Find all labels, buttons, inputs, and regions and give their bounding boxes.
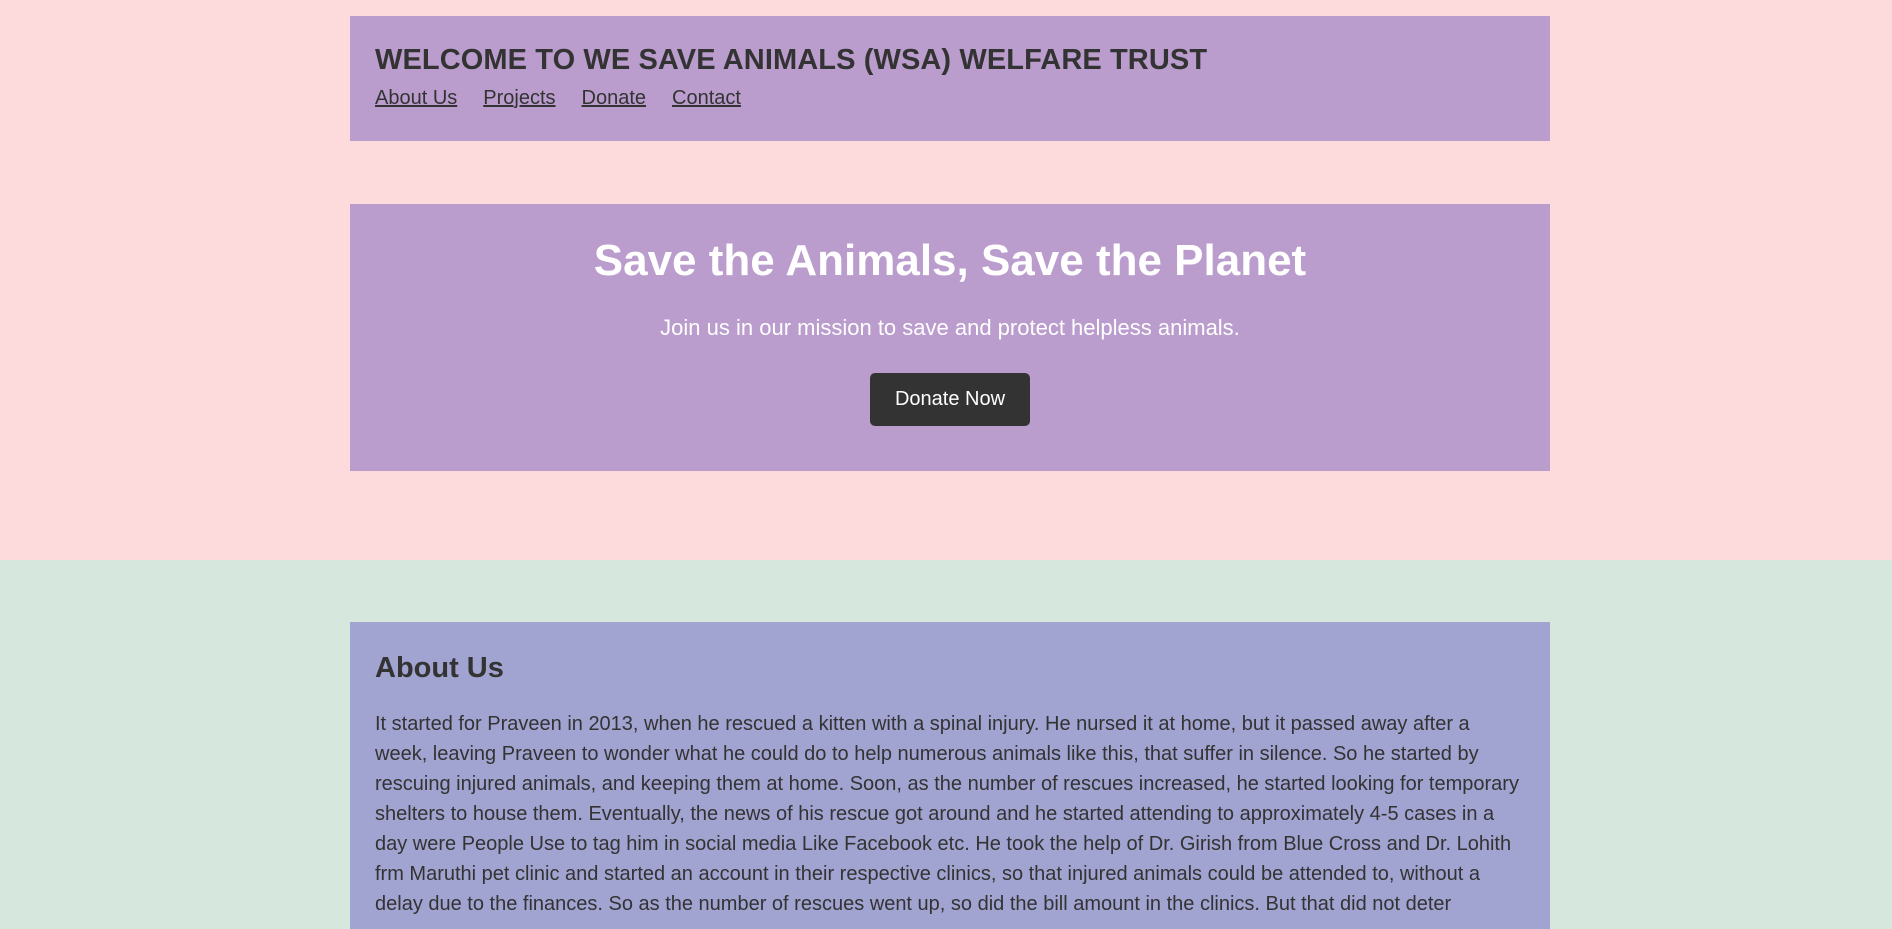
nav-link-about-us[interactable]: About Us	[375, 87, 457, 110]
hero-section: Save the Animals, Save the Planet Join u…	[350, 204, 1550, 471]
about-title: About Us	[375, 652, 504, 684]
hero-subtitle: Join us in our mission to save and prote…	[660, 315, 1240, 341]
site-header: WELCOME TO WE SAVE ANIMALS (WSA) WELFARE…	[350, 16, 1550, 141]
nav-link-projects[interactable]: Projects	[483, 87, 555, 110]
bottom-section: About Us It started for Praveen in 2013,…	[0, 560, 1892, 929]
donate-now-button[interactable]: Donate Now	[869, 373, 1031, 427]
hero-title: Save the Animals, Save the Planet	[593, 236, 1307, 285]
site-title: WELCOME TO WE SAVE ANIMALS (WSA) WELFARE…	[375, 44, 1208, 76]
main-nav: About Us Projects Donate Contact	[375, 87, 1525, 110]
nav-link-donate[interactable]: Donate	[582, 87, 647, 110]
about-section: About Us It started for Praveen in 2013,…	[350, 622, 1550, 929]
top-section: WELCOME TO WE SAVE ANIMALS (WSA) WELFARE…	[0, 0, 1892, 560]
nav-link-contact[interactable]: Contact	[672, 87, 741, 110]
about-text: It started for Praveen in 2013, when he …	[375, 713, 1519, 915]
